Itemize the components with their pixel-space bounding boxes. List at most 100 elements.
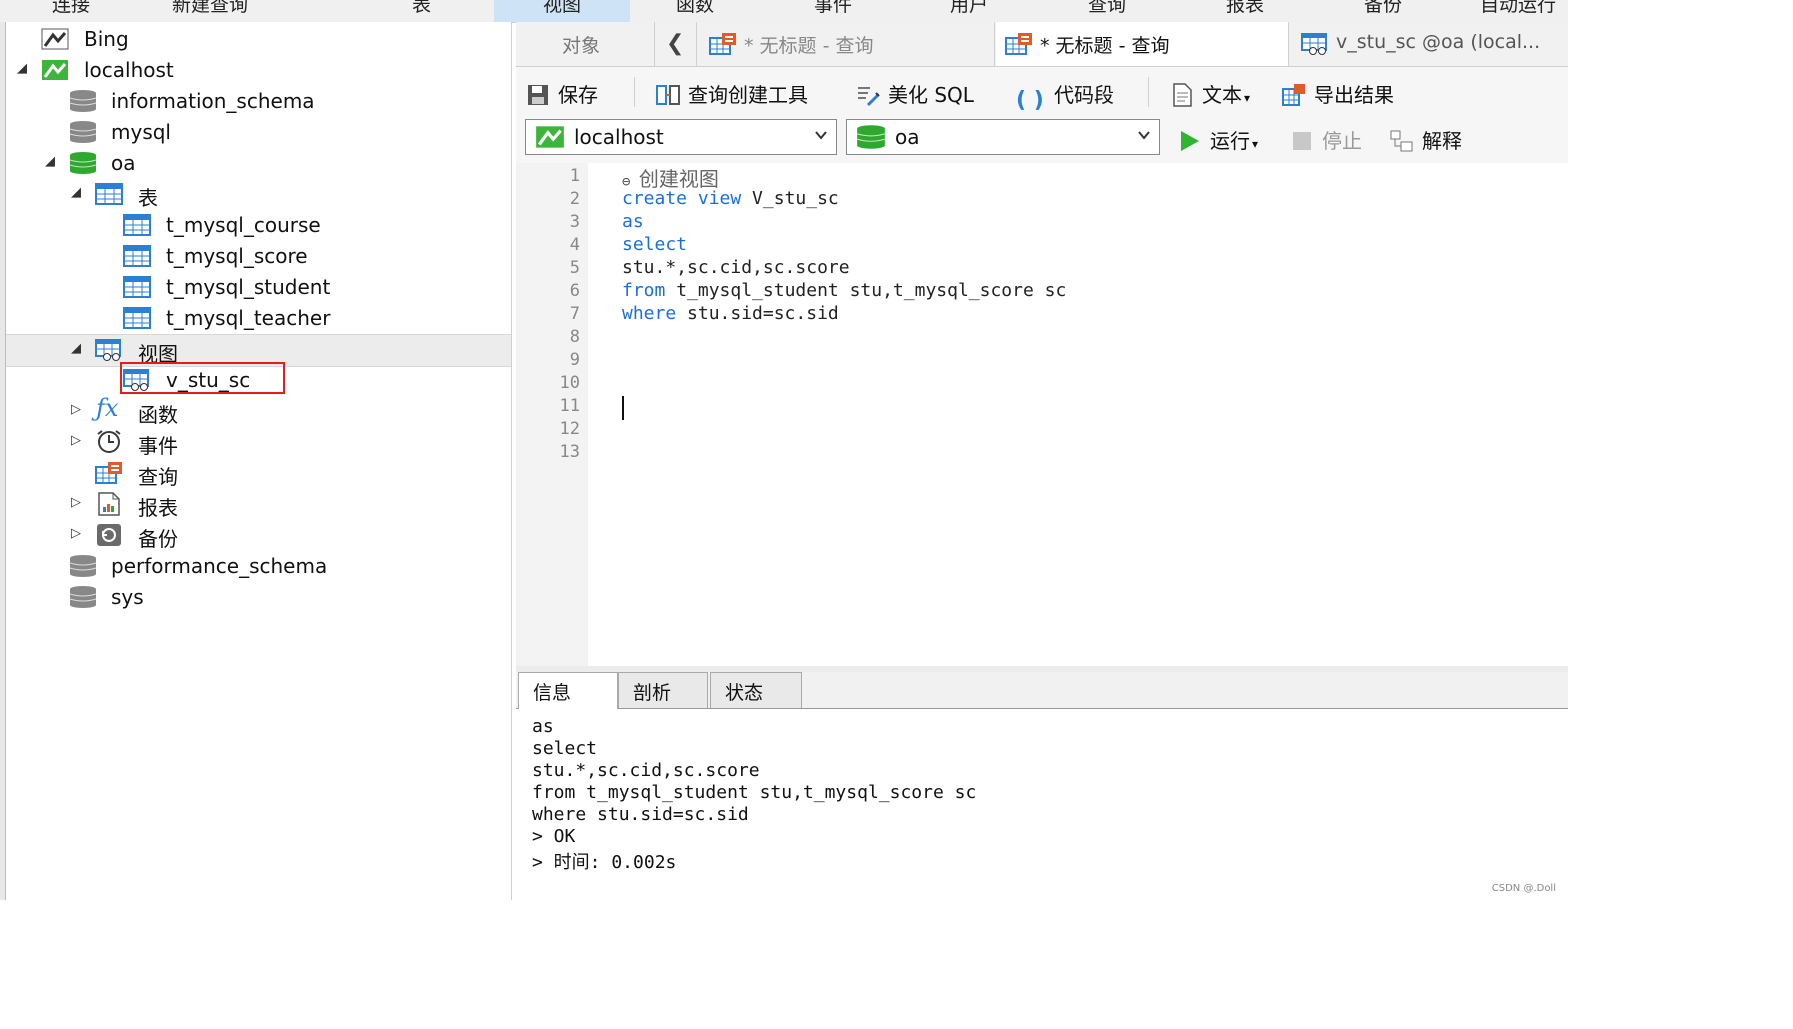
tree-item-bing[interactable]: Bing [6, 24, 511, 55]
tree-item-table[interactable]: t_mysql_course [6, 210, 511, 241]
stop-icon [1293, 132, 1311, 150]
tree-label: 函数 [138, 403, 178, 427]
tree-label: localhost [84, 58, 174, 82]
line-number: 6 [569, 281, 580, 301]
export-results-button[interactable]: 导出结果 [1282, 79, 1394, 108]
info-output: as select stu.*,sc.cid,sc.score from t_m… [516, 709, 1568, 900]
stop-button[interactable]: 停止 [1290, 125, 1362, 154]
menu-event[interactable]: 事件 [814, 0, 852, 17]
code-line-4: select [622, 234, 688, 255]
tree-item-backups[interactable]: ▷ 备份 [6, 520, 511, 551]
tree-item-functions[interactable]: ▷ ƒx 函数 [6, 394, 511, 427]
output-line: as [532, 716, 554, 737]
tree-item-tables[interactable]: ◢ 表 [6, 179, 511, 210]
main-menubar: 连接 新建查询 表 视图 函数 事件 用户 查询 报表 备份 自动运行 [0, 0, 1568, 23]
export-icon [1282, 84, 1305, 106]
tab-query-untitled[interactable]: * 无标题 - 查询 [698, 22, 995, 66]
database-select[interactable]: oa [846, 119, 1160, 155]
explain-button[interactable]: 解释 [1390, 125, 1462, 154]
expand-arrow-icon[interactable]: ▷ [68, 495, 84, 511]
collapse-arrow-icon[interactable]: ◢ [14, 61, 30, 77]
clock-icon [97, 430, 121, 453]
tab-view-v-stu-sc[interactable]: v_stu_sc @oa (local... [1292, 22, 1568, 66]
menu-connect[interactable]: 连接 [52, 0, 90, 17]
menu-report[interactable]: 报表 [1226, 0, 1264, 17]
query-builder-icon [656, 85, 680, 105]
tab-scroll-left[interactable]: ❮ [656, 22, 697, 66]
report-icon [98, 492, 120, 516]
line-number: 13 [559, 442, 580, 462]
tree-item-queries[interactable]: 查询 [6, 458, 511, 489]
tab-query-active[interactable]: * 无标题 - 查询 [996, 22, 1289, 66]
dropdown-arrow-icon: ▾ [1244, 91, 1251, 105]
code-line-2: create view V_stu_sc [622, 188, 839, 209]
tree-label: oa [111, 151, 136, 175]
tree-item-localhost[interactable]: ◢ localhost [6, 55, 511, 86]
tree-label: performance_schema [111, 554, 328, 578]
query-builder-button[interactable]: 查询创建工具 [656, 79, 808, 108]
tree-item-performance-schema[interactable]: performance_schema [6, 551, 511, 582]
tab-objects[interactable]: 对象 [516, 22, 655, 66]
tree-label: t_mysql_score [166, 244, 308, 268]
tree-label: 查询 [138, 465, 178, 489]
tree-item-oa[interactable]: ◢ oa [6, 148, 511, 179]
menu-user[interactable]: 用户 [950, 0, 988, 17]
menu-table[interactable]: 表 [412, 0, 431, 17]
sql-editor[interactable]: 1 2 3 4 5 6 7 8 9 10 11 12 13 ⊖ 创建视图 cre… [516, 163, 1568, 666]
tree-item-table[interactable]: t_mysql_teacher [6, 303, 511, 334]
output-line: > 时间: 0.002s [532, 852, 677, 873]
beautify-sql-button[interactable]: 美化 SQL [856, 79, 974, 108]
save-button[interactable]: 保存 [526, 79, 598, 108]
tree-item-reports[interactable]: ▷ 报表 [6, 489, 511, 520]
expand-arrow-icon[interactable]: ▷ [68, 433, 84, 449]
output-line: from t_mysql_student stu,t_mysql_score s… [532, 782, 977, 803]
tree-item-table[interactable]: t_mysql_student [6, 272, 511, 303]
line-number: 4 [569, 235, 580, 255]
tree-item-mysql[interactable]: mysql [6, 117, 511, 148]
tree-label: t_mysql_student [166, 275, 331, 299]
expand-arrow-icon[interactable]: ▷ [68, 402, 84, 418]
navigation-tree: Bing ◢ localhost information_schema mysq… [6, 22, 512, 900]
line-number: 11 [559, 396, 580, 416]
line-number: 10 [559, 373, 580, 393]
collapse-arrow-icon[interactable]: ◢ [68, 185, 84, 201]
menu-backup[interactable]: 备份 [1364, 0, 1402, 17]
text-mode-button[interactable]: 文本 ▾ [1170, 79, 1250, 108]
code-line-3: as [622, 211, 644, 232]
code-line-6: from t_mysql_student stu,t_mysql_score s… [622, 280, 1067, 301]
document-icon [1173, 83, 1192, 107]
server-select[interactable]: localhost [525, 119, 837, 155]
tree-label: 报表 [138, 496, 178, 520]
menu-new-query[interactable]: 新建查询 [172, 0, 248, 17]
tree-item-information-schema[interactable]: information_schema [6, 86, 511, 117]
code-snippet-button[interactable]: ( ) 代码段 [1016, 79, 1114, 113]
line-number: 5 [569, 258, 580, 278]
menu-query[interactable]: 查询 [1088, 0, 1126, 17]
menu-view[interactable]: 视图 [494, 0, 630, 22]
tab-status[interactable]: 状态 [710, 672, 802, 708]
collapse-arrow-icon[interactable]: ◢ [42, 154, 58, 170]
run-button[interactable]: 运行 ▾ [1178, 125, 1258, 154]
code-line-7: where stu.sid=sc.sid [622, 303, 839, 324]
tree-item-sys[interactable]: sys [6, 582, 511, 613]
database-active-icon [856, 125, 886, 149]
editor-toolbar: 保存 查询创建工具 美化 SQL ( ) 代码段 文本 ▾ 导出结果 [516, 67, 1568, 117]
toolbar-divider [634, 77, 635, 107]
tab-info[interactable]: 信息 [518, 672, 618, 709]
table-icon [123, 245, 151, 267]
line-number-gutter: 1 2 3 4 5 6 7 8 9 10 11 12 13 [516, 163, 588, 666]
database-icon [69, 121, 97, 143]
tree-item-table[interactable]: t_mysql_score [6, 241, 511, 272]
tree-label: 表 [138, 186, 158, 210]
tree-label: 备份 [138, 527, 178, 551]
code-line-5: stu.*,sc.cid,sc.score [622, 257, 850, 278]
result-tabs: 信息 剖析 状态 [516, 672, 1568, 709]
collapse-arrow-icon[interactable]: ◢ [68, 341, 84, 357]
menu-automation[interactable]: 自动运行 [1480, 0, 1556, 17]
chevron-left-icon: ❮ [666, 31, 685, 56]
menu-function[interactable]: 函数 [676, 0, 714, 17]
tree-label: t_mysql_teacher [166, 306, 331, 330]
tab-profile[interactable]: 剖析 [618, 672, 708, 708]
expand-arrow-icon[interactable]: ▷ [68, 526, 84, 542]
tree-item-events[interactable]: ▷ 事件 [6, 427, 511, 458]
